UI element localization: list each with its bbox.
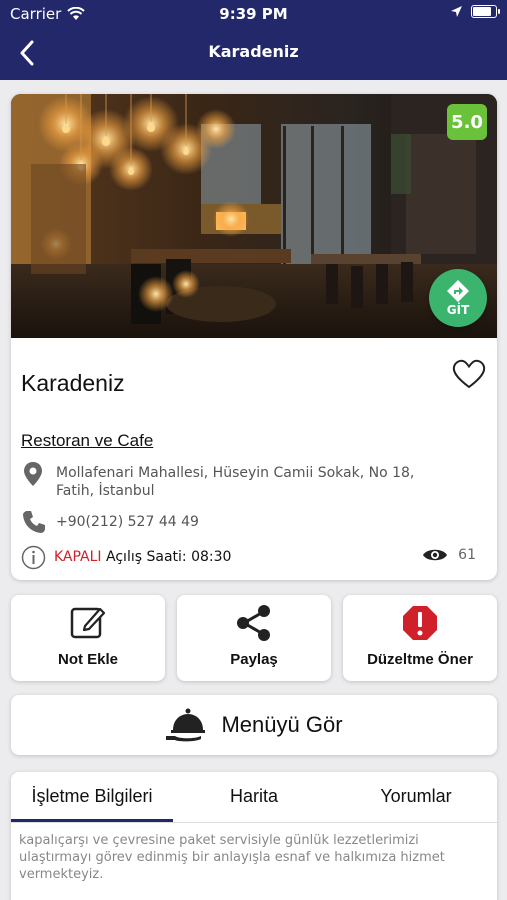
share-button[interactable]: Paylaş (177, 595, 331, 681)
opening-status: KAPALI Açılış Saati: 08:30 (54, 549, 231, 565)
closed-label: KAPALI (54, 549, 102, 565)
app-header: Carrier 9:39 PM Karadeniz (0, 0, 507, 80)
category-link[interactable]: Restoran ve Cafe (21, 431, 153, 451)
phone-icon (23, 511, 45, 533)
tab-map[interactable]: Harita (173, 772, 335, 821)
view-menu-button[interactable]: Menüyü Gör (11, 695, 497, 755)
tab-reviews[interactable]: Yorumlar (335, 772, 497, 821)
status-time: 9:39 PM (219, 5, 288, 23)
navigation-bar: Karadeniz (0, 30, 507, 76)
location-pin-icon (24, 462, 42, 486)
rating-badge: 5.0 (447, 104, 487, 140)
edit-icon (70, 607, 106, 639)
eye-icon (423, 549, 448, 561)
tab-divider (11, 822, 497, 823)
page-title: Karadeniz (208, 42, 299, 61)
view-menu-label: Menüyü Gör (221, 712, 343, 737)
suggest-edit-button[interactable]: Düzeltme Öner (343, 595, 497, 681)
opening-time: Açılış Saati: 08:30 (106, 549, 232, 565)
restaurant-name: Karadeniz (21, 370, 125, 396)
battery-icon (471, 5, 500, 18)
heart-icon (452, 359, 486, 389)
share-icon (237, 605, 270, 641)
restaurant-phone[interactable]: +90(212) 527 44 49 (56, 514, 199, 530)
restaurant-photo: 5.0 GİT (11, 94, 497, 338)
share-label: Paylaş (230, 651, 278, 668)
restaurant-interior-image (11, 94, 497, 338)
status-bar: Carrier 9:39 PM (0, 0, 507, 28)
status-right (450, 5, 500, 18)
info-icon (21, 545, 46, 570)
add-note-label: Not Ekle (57, 651, 118, 668)
restaurant-address: Mollafenari Mahallesi, Hüseyin Camii Sok… (56, 465, 415, 499)
directions-button[interactable]: GİT (429, 269, 487, 327)
tab-business-info[interactable]: İşletme Bilgileri (11, 772, 173, 821)
location-arrow-icon (451, 6, 462, 17)
battery-fill (473, 7, 491, 16)
directions-label: GİT (446, 303, 470, 317)
add-note-button[interactable]: Not Ekle (11, 595, 165, 681)
view-count-value: 61 (458, 547, 476, 563)
business-description: kapalıçarşı ve çevresine paket servisiyl… (19, 833, 445, 882)
cloche-icon (166, 708, 206, 742)
view-count: 61 (422, 547, 476, 563)
restaurant-card: 5.0 GİT Karadeniz Restoran ve Cafe Molla… (11, 94, 497, 580)
suggest-edit-label: Düzeltme Öner (367, 651, 473, 668)
directions-icon (447, 280, 469, 302)
alert-icon (403, 606, 437, 640)
favorite-button[interactable] (451, 356, 487, 392)
details-tabs: İşletme Bilgileri Harita Yorumlar kapalı… (11, 772, 497, 900)
